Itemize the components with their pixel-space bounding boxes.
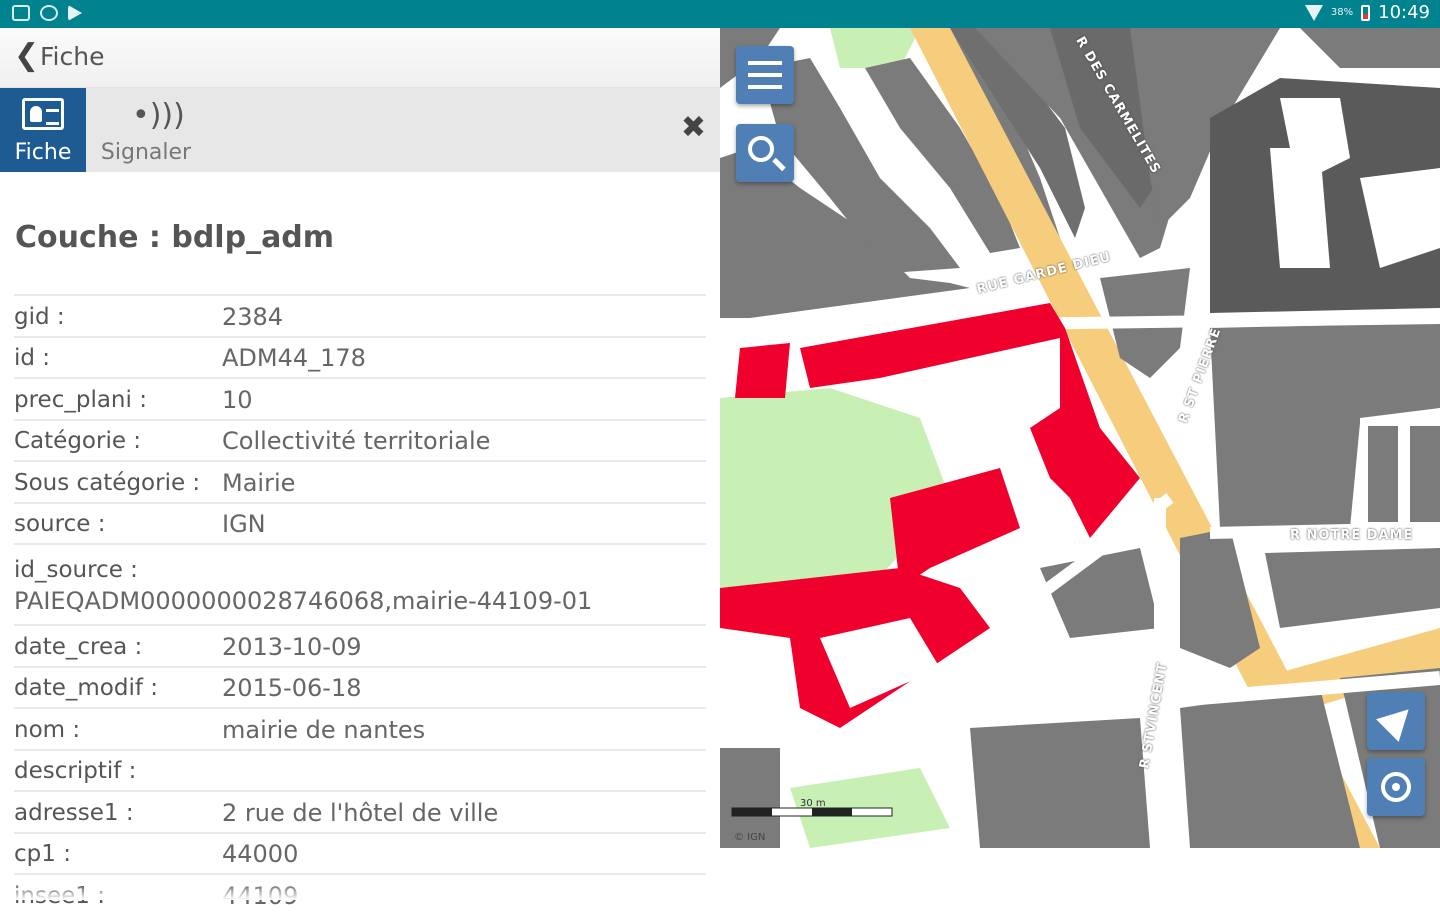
attribute-row: date_crea : 2013-10-09	[14, 624, 706, 666]
attribute-value: ADM44_178	[222, 344, 366, 373]
notification-icons	[12, 5, 82, 21]
map-canvas[interactable]	[720, 28, 1440, 848]
attribute-row: Catégorie : Collectivité territoriale	[14, 418, 706, 461]
navigation-arrow-icon	[1376, 698, 1420, 742]
attribute-row: id : ADM44_178	[14, 335, 706, 378]
layer-title: Couche : bdlp_adm	[15, 220, 335, 255]
attribute-row: prec_plani : 10	[14, 377, 706, 419]
status-bar: 38% 10:49	[0, 0, 1440, 28]
attribute-key: cp1 :	[14, 841, 71, 868]
tab-fiche[interactable]: Fiche	[0, 88, 86, 172]
sync-notification-icon	[40, 5, 58, 21]
attribute-row: source : IGN	[14, 501, 706, 544]
clock: 10:49	[1378, 2, 1430, 23]
attribute-value: 2015-06-18	[222, 674, 362, 703]
attribute-key: adresse1 :	[14, 799, 134, 826]
attribute-table: gid : 2384 id : ADM44_178 prec_plani : 1…	[14, 294, 706, 915]
attribute-key: id_source :	[14, 556, 138, 583]
attribute-key: nom :	[14, 716, 81, 743]
scale-bar	[732, 808, 772, 816]
building-block	[1410, 426, 1440, 522]
highlighted-building	[735, 343, 790, 398]
attribute-key: Catégorie :	[14, 428, 142, 455]
building-block	[1270, 148, 1330, 268]
system-icons: 38% 10:49	[1304, 2, 1430, 23]
app-bar: ❮ Fiche	[0, 28, 720, 88]
chevron-left-icon[interactable]: ❮	[14, 41, 39, 71]
attribute-key: source :	[14, 511, 106, 538]
feature-info-panel: ❮ Fiche Fiche •))) Signaler ✖ Couche : b…	[0, 28, 720, 910]
navigate-button[interactable]	[1367, 692, 1425, 750]
building-block	[970, 718, 1150, 848]
scale-label: 30 m	[800, 798, 826, 809]
app-bar-title[interactable]: Fiche	[40, 42, 104, 71]
battery-icon	[1361, 4, 1371, 21]
building-block	[1368, 426, 1398, 522]
attribute-value: 10	[222, 385, 253, 414]
map-view[interactable]: RUE GARDE DIEU R NOTRE DAME R DES CARMEL…	[720, 28, 1440, 848]
scroll-fade	[0, 884, 720, 900]
attribute-row: descriptif :	[14, 748, 706, 791]
attribute-value: 2013-10-09	[222, 632, 362, 661]
attribute-value: mairie de nantes	[222, 715, 426, 744]
attribute-value: IGN	[222, 510, 266, 539]
attribute-key: gid :	[14, 303, 65, 330]
map-copyright: © IGN	[734, 832, 766, 843]
attribute-row: nom : mairie de nantes	[14, 707, 706, 749]
scale-bar	[812, 808, 852, 816]
screenshot-notification-icon	[12, 5, 30, 21]
locate-button[interactable]	[1367, 758, 1425, 816]
menu-icon	[748, 61, 782, 89]
tab-label-signaler: Signaler	[100, 140, 192, 165]
attribute-value: Mairie	[222, 468, 296, 497]
tab-bar: Fiche •))) Signaler ✖	[0, 88, 720, 172]
attribute-key: Sous catégorie :	[14, 469, 201, 496]
id-card-icon	[22, 98, 64, 130]
attribute-row: id_source : PAIEQADM0000000028746068,mai…	[14, 543, 706, 624]
attribute-value: 2384	[222, 302, 284, 331]
attribute-value: PAIEQADM0000000028746068,mairie-44109-01	[14, 586, 593, 615]
attribute-row: cp1 : 44000	[14, 831, 706, 874]
attribute-row: gid : 2384	[14, 294, 706, 336]
attribute-key: descriptif :	[14, 758, 137, 785]
attribute-row: Sous catégorie : Mairie	[14, 460, 706, 502]
search-icon	[748, 136, 774, 162]
signal-icon: •)))	[132, 98, 185, 133]
tab-signaler[interactable]: •))) Signaler	[96, 88, 196, 172]
attribute-value: Collectivité territoriale	[222, 427, 491, 456]
attribute-value: 2 rue de l'hôtel de ville	[222, 798, 499, 827]
attribute-key: id :	[14, 345, 51, 372]
search-button[interactable]	[736, 124, 794, 182]
attribute-value: 44000	[222, 840, 299, 869]
tab-label-fiche: Fiche	[14, 140, 72, 165]
play-store-notification-icon	[68, 5, 82, 21]
menu-button[interactable]	[736, 46, 794, 104]
wifi-icon	[1304, 4, 1323, 21]
attribute-key: prec_plani :	[14, 386, 147, 413]
locate-icon	[1381, 772, 1411, 802]
close-icon[interactable]: ✖	[681, 110, 706, 145]
attribute-key: date_crea :	[14, 633, 143, 660]
attribute-row: date_modif : 2015-06-18	[14, 665, 706, 708]
battery-percent: 38%	[1330, 7, 1354, 18]
attribute-row: adresse1 : 2 rue de l'hôtel de ville	[14, 790, 706, 832]
street-label: R NOTRE DAME	[1290, 528, 1414, 543]
attribute-key: date_modif :	[14, 675, 158, 702]
